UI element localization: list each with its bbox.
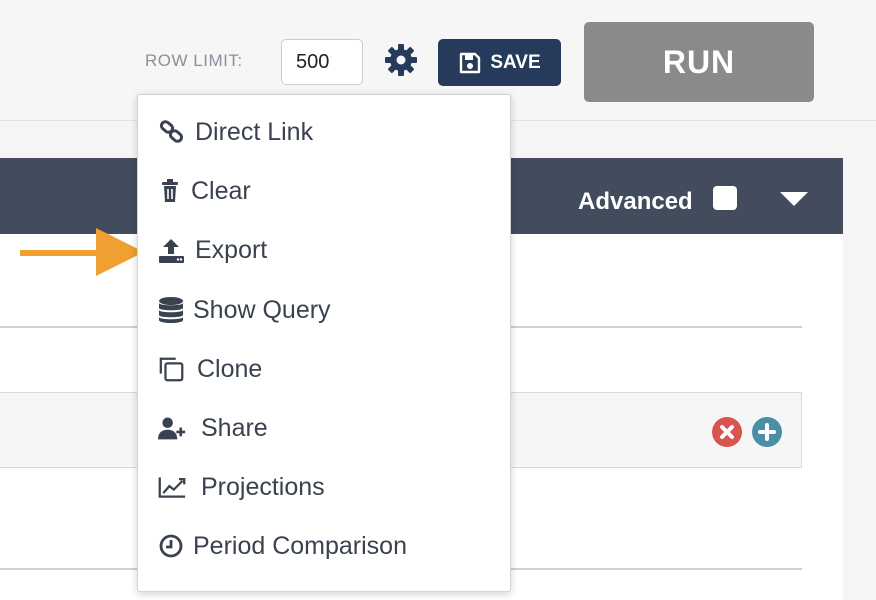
menu-item-label: Export bbox=[195, 235, 268, 264]
caret-down-icon[interactable] bbox=[780, 192, 808, 206]
user-plus-icon bbox=[158, 414, 186, 442]
menu-item-clone[interactable]: Clone bbox=[138, 340, 508, 398]
menu-item-label: Show Query bbox=[193, 295, 331, 324]
menu-item-label: Share bbox=[201, 413, 268, 442]
menu-item-period-comparison[interactable]: Period Comparison bbox=[138, 517, 508, 575]
clock-icon bbox=[158, 532, 186, 560]
menu-item-label: Period Comparison bbox=[193, 531, 407, 560]
link-icon bbox=[158, 118, 186, 146]
menu-item-direct-link[interactable]: Direct Link bbox=[138, 103, 508, 161]
line-chart-icon bbox=[158, 473, 186, 501]
gear-icon[interactable] bbox=[383, 42, 419, 78]
run-button[interactable]: RUN bbox=[584, 22, 814, 102]
menu-item-share[interactable]: Share bbox=[138, 399, 508, 457]
row-limit-label: ROW LIMIT: bbox=[145, 51, 243, 70]
add-icon[interactable] bbox=[752, 417, 782, 447]
clone-icon bbox=[158, 355, 186, 383]
menu-item-label: Direct Link bbox=[195, 117, 314, 146]
menu-item-clear[interactable]: Clear bbox=[138, 162, 508, 220]
run-label: RUN bbox=[662, 43, 736, 80]
floppy-disk-icon bbox=[460, 52, 481, 73]
advanced-checkbox[interactable] bbox=[713, 186, 737, 210]
menu-item-export[interactable]: Export bbox=[138, 221, 508, 279]
save-label: SAVE bbox=[490, 51, 541, 73]
menu-item-label: Projections bbox=[201, 472, 325, 501]
upload-icon bbox=[158, 236, 186, 264]
database-icon bbox=[158, 296, 186, 324]
trash-icon bbox=[158, 177, 186, 205]
save-button[interactable]: SAVE bbox=[438, 39, 561, 86]
remove-icon[interactable] bbox=[712, 417, 742, 447]
arrow-icon bbox=[20, 228, 144, 276]
menu-item-show-query[interactable]: Show Query bbox=[138, 281, 508, 339]
row-limit-input[interactable] bbox=[281, 39, 363, 85]
actions-dropdown-menu: Direct Link Clear Export Show Query Clon… bbox=[137, 94, 511, 592]
menu-item-label: Clone bbox=[197, 354, 263, 383]
advanced-label: Advanced bbox=[578, 188, 693, 215]
menu-item-label: Clear bbox=[191, 176, 251, 205]
menu-item-projections[interactable]: Projections bbox=[138, 458, 508, 516]
